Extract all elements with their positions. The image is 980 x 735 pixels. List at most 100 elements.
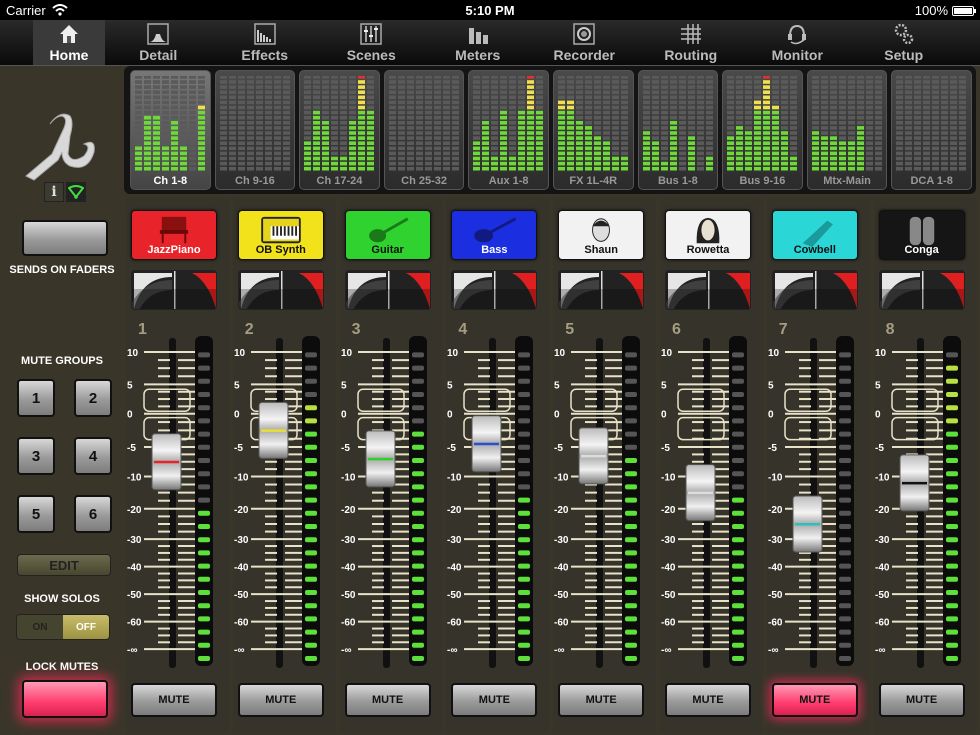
tab-monitor[interactable]: Monitor bbox=[744, 20, 851, 65]
show-solos-on[interactable]: ON bbox=[17, 615, 63, 639]
meter-segment bbox=[367, 151, 375, 156]
fader-cap[interactable] bbox=[578, 427, 609, 485]
scale-label: 5 bbox=[341, 380, 347, 391]
mute-group-3-button[interactable]: 3 bbox=[17, 437, 55, 475]
meter-segment bbox=[923, 166, 931, 171]
show-solos-off[interactable]: OFF bbox=[63, 615, 109, 639]
meter-segment bbox=[669, 166, 677, 171]
fader-cap[interactable] bbox=[899, 454, 930, 512]
meter-segment bbox=[518, 126, 526, 130]
tab-meters[interactable]: Meters bbox=[425, 20, 532, 65]
sends-on-faders-button[interactable] bbox=[22, 220, 108, 256]
mute-group-1-button[interactable]: 1 bbox=[17, 379, 55, 417]
bank-dca-1-8[interactable]: DCA 1-8 bbox=[891, 70, 972, 190]
mute-button-5[interactable]: MUTE bbox=[558, 683, 645, 717]
channel-name-button[interactable]: Guitar bbox=[344, 210, 431, 260]
meter-segment bbox=[135, 141, 142, 145]
meter-segment bbox=[941, 115, 949, 120]
mute-button-2[interactable]: MUTE bbox=[237, 683, 324, 717]
meter-segment bbox=[451, 141, 459, 145]
meter-segment bbox=[491, 90, 499, 94]
gain-pan-knobs[interactable] bbox=[558, 270, 645, 310]
meter-segment bbox=[237, 85, 245, 89]
scale-label: -50 bbox=[234, 590, 249, 601]
meter-segment bbox=[732, 444, 744, 450]
tab-scenes[interactable]: Scenes bbox=[318, 20, 425, 65]
fader-cap[interactable] bbox=[792, 495, 823, 553]
fader-cap[interactable] bbox=[151, 433, 182, 491]
tab-home[interactable]: Home bbox=[33, 20, 105, 65]
meter-segment bbox=[727, 76, 735, 79]
mute-button-7[interactable]: MUTE bbox=[771, 683, 858, 717]
mute-group-4-button[interactable]: 4 bbox=[74, 437, 112, 475]
meter-segment bbox=[575, 131, 583, 135]
meter-segment bbox=[557, 151, 565, 156]
channel-name-button[interactable]: OB Synth bbox=[237, 210, 324, 260]
meter-segment bbox=[732, 616, 744, 622]
channel-name-button[interactable]: Shaun bbox=[558, 210, 645, 260]
bank-ch-1-8[interactable]: Ch 1-8 bbox=[130, 70, 211, 190]
mute-button-6[interactable]: MUTE bbox=[665, 683, 751, 717]
meter-segment bbox=[620, 110, 628, 115]
bank-ch-9-16[interactable]: Ch 9-16 bbox=[214, 70, 296, 190]
meter-segment bbox=[189, 151, 196, 156]
gain-pan-knobs[interactable] bbox=[344, 270, 431, 310]
scale-label: 0 bbox=[447, 410, 453, 421]
meter-segment bbox=[228, 146, 236, 151]
channel-name-button[interactable]: Cowbell bbox=[771, 210, 858, 260]
show-solos-toggle[interactable]: ON OFF bbox=[16, 614, 110, 640]
bank-bus-1-8[interactable]: Bus 1-8 bbox=[637, 70, 719, 190]
scale-label: -∞ bbox=[341, 645, 351, 656]
bank-mtx-main[interactable]: Mtx-Main bbox=[806, 70, 888, 190]
tab-detail[interactable]: Detail bbox=[105, 20, 212, 65]
network-status-icon[interactable] bbox=[66, 182, 86, 202]
mute-button-1[interactable]: MUTE bbox=[131, 683, 217, 717]
meter-segment bbox=[923, 151, 931, 156]
meter-segment bbox=[736, 121, 744, 125]
fader-cap[interactable] bbox=[685, 464, 716, 522]
gain-pan-knobs[interactable] bbox=[878, 270, 965, 310]
meter-segment bbox=[473, 95, 481, 100]
gain-pan-knobs[interactable] bbox=[131, 270, 217, 310]
meter-segment bbox=[415, 131, 423, 135]
meter-segment bbox=[687, 100, 695, 105]
channel-name-button[interactable]: Bass bbox=[451, 210, 538, 260]
bank-bus-9-16[interactable]: Bus 9-16 bbox=[722, 70, 803, 190]
info-button[interactable]: i bbox=[44, 182, 64, 202]
fader-cap[interactable] bbox=[365, 430, 396, 488]
mute-group-5-button[interactable]: 5 bbox=[17, 495, 55, 533]
meter-segment bbox=[950, 76, 958, 79]
bank-ch-25-32[interactable]: Ch 25-32 bbox=[383, 70, 465, 190]
mute-button-3[interactable]: MUTE bbox=[344, 683, 431, 717]
meter-segment bbox=[754, 100, 762, 105]
bank-fx-1l-4r[interactable]: FX 1L-4R bbox=[552, 70, 634, 190]
bank-aux-1-8[interactable]: Aux 1-8 bbox=[468, 70, 549, 190]
scale-label: -50 bbox=[768, 590, 783, 601]
lock-mutes-button[interactable] bbox=[22, 680, 108, 718]
tab-effects[interactable]: Effects bbox=[212, 20, 319, 65]
meter-segment bbox=[424, 136, 432, 140]
meter-segment bbox=[847, 131, 855, 135]
fader-cap[interactable] bbox=[471, 415, 502, 473]
gain-pan-knobs[interactable] bbox=[451, 270, 538, 310]
meter-segment bbox=[829, 90, 837, 94]
meter-segment bbox=[642, 115, 650, 120]
gain-pan-knobs[interactable] bbox=[665, 270, 751, 310]
channel-name-button[interactable]: Rowetta bbox=[665, 210, 751, 260]
meter-segment bbox=[322, 110, 330, 115]
mute-group-6-button[interactable]: 6 bbox=[74, 495, 112, 533]
tab-recorder[interactable]: Recorder bbox=[531, 20, 638, 65]
gain-pan-knobs[interactable] bbox=[237, 270, 324, 310]
bank-ch-17-24[interactable]: Ch 17-24 bbox=[299, 70, 380, 190]
edit-mute-groups-button[interactable]: EDIT bbox=[17, 554, 111, 576]
gain-pan-knobs[interactable] bbox=[771, 270, 858, 310]
tab-routing[interactable]: Routing bbox=[638, 20, 745, 65]
tab-setup[interactable]: Setup bbox=[851, 20, 958, 65]
channel-name-button[interactable]: Conga bbox=[878, 210, 965, 260]
channel-name-button[interactable]: JazzPiano bbox=[131, 210, 217, 260]
meter-segment bbox=[593, 115, 601, 120]
fader-cap[interactable] bbox=[258, 401, 289, 459]
mute-button-8[interactable]: MUTE bbox=[878, 683, 965, 717]
mute-group-2-button[interactable]: 2 bbox=[74, 379, 112, 417]
mute-button-4[interactable]: MUTE bbox=[451, 683, 538, 717]
